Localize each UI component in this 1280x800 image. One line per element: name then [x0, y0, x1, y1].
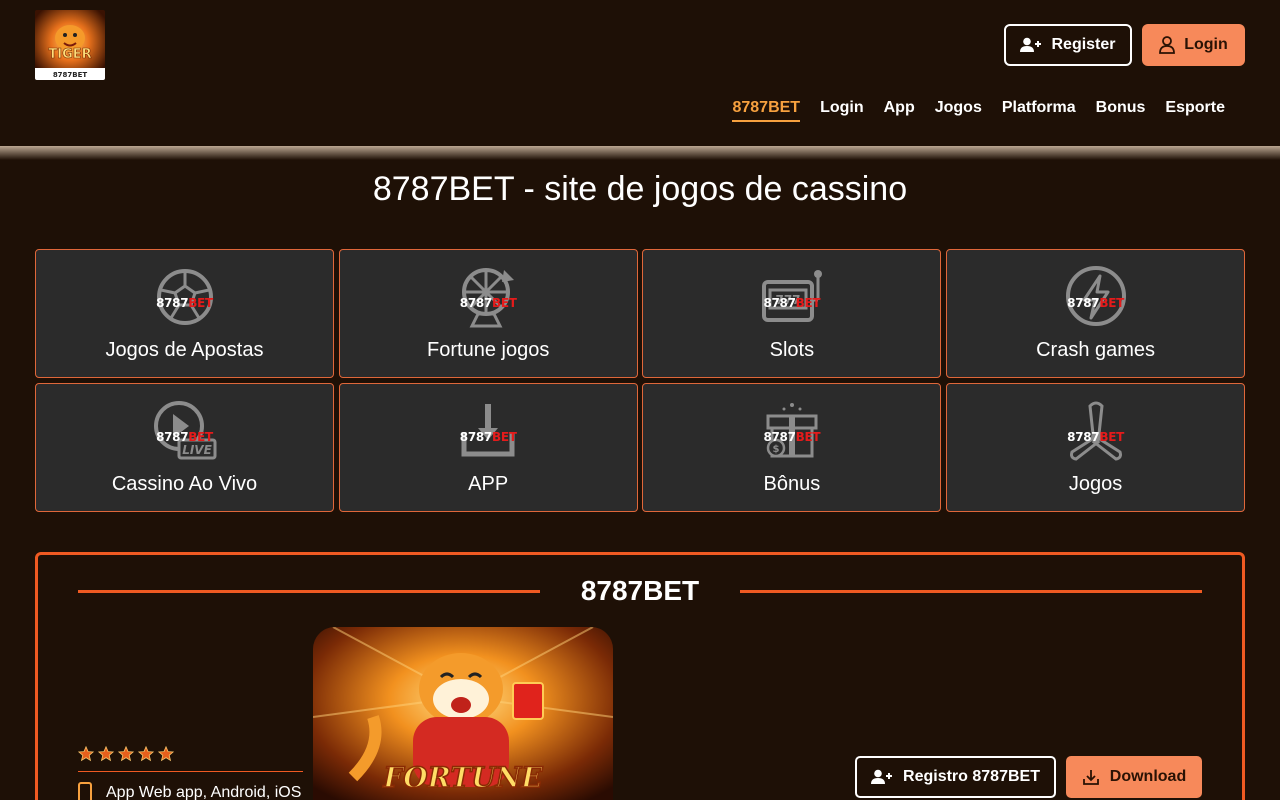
phone-icon — [78, 782, 92, 800]
category-label: Jogos de Apostas — [105, 339, 264, 361]
watermark-text: 8787BET — [156, 296, 213, 310]
app-platforms-text: App Web app, Android, iOS — [106, 784, 302, 800]
star-icon — [158, 746, 174, 762]
download-button[interactable]: Download — [1066, 756, 1202, 798]
add-user-icon — [871, 769, 893, 784]
download-icon — [1082, 770, 1099, 785]
register-label: Register — [1051, 36, 1116, 53]
watermark-text: 8787BET — [1067, 430, 1124, 444]
category-tile-bonus[interactable]: $ 8787BET Bônus — [642, 383, 942, 512]
nav-item-8787bet[interactable]: 8787BET — [732, 98, 801, 122]
login-label: Login — [1184, 36, 1228, 53]
site-header: TIGER 8787BET Register Login 8787BET Log… — [0, 0, 1280, 148]
svg-text:8787BET: 8787BET — [53, 71, 88, 79]
register-button[interactable]: Register — [1004, 24, 1132, 66]
category-tile-cassino-ao-vivo[interactable]: LIVE 8787BET Cassino Ao Vivo — [35, 383, 334, 512]
app-platforms: App Web app, Android, iOS — [78, 782, 301, 800]
section-title: 8787BET — [580, 575, 700, 606]
svg-text:FORTUNE: FORTUNE — [382, 761, 543, 794]
category-label: Jogos — [1068, 473, 1123, 495]
watermark-text: 8787BET — [459, 296, 517, 310]
category-label: Fortune jogos — [427, 339, 550, 361]
register-8787bet-label: Registro 8787BET — [903, 768, 1040, 785]
watermark-text: 8787BET — [459, 430, 517, 444]
category-tile-crash[interactable]: 8787BET Crash games — [946, 249, 1246, 378]
register-8787bet-button[interactable]: Registro 8787BET — [855, 756, 1056, 798]
section-divider-left — [78, 590, 540, 593]
logo[interactable]: TIGER 8787BET — [35, 10, 105, 80]
watermark-text: 8787BET — [763, 296, 821, 310]
category-label: Crash games — [1036, 339, 1156, 361]
page-title: 8787BET - site de jogos de cassino — [372, 170, 908, 208]
category-tile-jogos[interactable]: 8787BET Jogos — [946, 383, 1246, 512]
category-label: Cassino Ao Vivo — [111, 473, 258, 495]
nav-item-esporte[interactable]: Esporte — [1165, 98, 1225, 122]
category-tile-app[interactable]: 8787BET APP — [338, 383, 638, 512]
section-divider-right — [740, 590, 1202, 593]
category-tile-slots[interactable]: 777 8787BET Slots — [642, 249, 942, 378]
watermark-text: 8787BET — [156, 430, 213, 444]
main-nav: 8787BET Login App Jogos Platforma Bonus … — [732, 98, 1225, 122]
rating-stars — [78, 746, 174, 762]
header-shadow — [0, 146, 1280, 160]
svg-text:$: $ — [772, 444, 779, 455]
category-label: Slots — [769, 339, 815, 361]
nav-item-login[interactable]: Login — [820, 98, 864, 122]
user-icon — [1159, 36, 1176, 54]
download-label: Download — [1109, 768, 1187, 785]
category-grid: 8787BET Jogos de Apostas 8787BET Fortune… — [35, 249, 1246, 512]
fortune-tiger-banner[interactable]: FORTUNE — [313, 627, 613, 800]
category-tile-apostas[interactable]: 8787BET Jogos de Apostas — [35, 249, 334, 378]
add-user-icon — [1020, 37, 1042, 52]
svg-text:LIVE: LIVE — [182, 443, 212, 457]
watermark-text: 8787BET — [1067, 296, 1124, 310]
nav-item-bonus[interactable]: Bonus — [1096, 98, 1146, 122]
star-icon — [118, 746, 134, 762]
category-label: APP — [468, 473, 509, 495]
nav-item-app[interactable]: App — [884, 98, 915, 122]
nav-item-jogos[interactable]: Jogos — [935, 98, 982, 122]
category-tile-fortune[interactable]: 8787BET Fortune jogos — [338, 249, 638, 378]
star-icon — [78, 746, 94, 762]
watermark-text: 8787BET — [763, 430, 821, 444]
svg-text:TIGER: TIGER — [48, 47, 91, 62]
star-icon — [138, 746, 154, 762]
login-button[interactable]: Login — [1142, 24, 1245, 66]
nav-item-platforma[interactable]: Platforma — [1002, 98, 1076, 122]
star-icon — [98, 746, 114, 762]
rating-divider — [78, 771, 303, 772]
category-label: Bônus — [763, 473, 821, 495]
